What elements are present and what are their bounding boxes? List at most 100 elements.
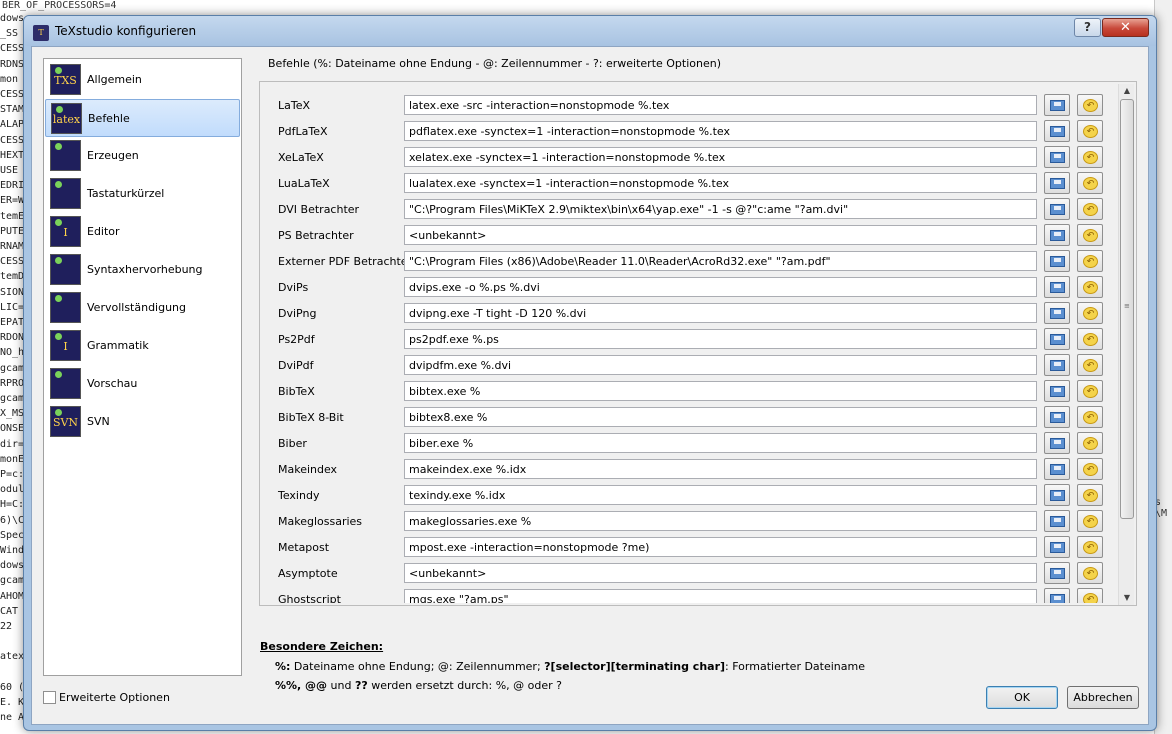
browse-button[interactable] <box>1044 510 1070 532</box>
sidebar-item-grammatik[interactable]: I Grammatik <box>45 327 240 365</box>
scroll-thumb[interactable]: ≡ <box>1120 99 1134 519</box>
browse-button[interactable] <box>1044 380 1070 402</box>
close-button[interactable]: ✕ <box>1102 18 1149 37</box>
reset-button[interactable]: ↶ <box>1077 588 1103 603</box>
undo-icon: ↶ <box>1083 359 1098 372</box>
command-input[interactable]: makeglossaries.exe % <box>404 511 1037 531</box>
command-input[interactable]: dvips.exe -o %.ps %.dvi <box>404 277 1037 297</box>
browse-button[interactable] <box>1044 562 1070 584</box>
browse-button[interactable] <box>1044 328 1070 350</box>
scroll-down-arrow-icon[interactable]: ▼ <box>1119 591 1135 605</box>
save-icon <box>1050 308 1065 319</box>
title-bar[interactable]: T TeXstudio konfigurieren ? ✕ <box>24 16 1156 46</box>
sidebar-item-syntaxhervorhebung[interactable]: Syntaxhervorhebung <box>45 251 240 289</box>
browse-button[interactable] <box>1044 406 1070 428</box>
reset-button[interactable]: ↶ <box>1077 146 1103 168</box>
sidebar-item-allgemein[interactable]: TXS Allgemein <box>45 61 240 99</box>
category-icon <box>50 254 81 285</box>
sidebar-item-editor[interactable]: I Editor <box>45 213 240 251</box>
background-line: CESS <box>0 43 24 55</box>
command-input[interactable]: texindy.exe %.idx <box>404 485 1037 505</box>
browse-button[interactable] <box>1044 276 1070 298</box>
reset-button[interactable]: ↶ <box>1077 380 1103 402</box>
command-input[interactable]: makeindex.exe %.idx <box>404 459 1037 479</box>
browse-button[interactable] <box>1044 354 1070 376</box>
command-input[interactable]: lualatex.exe -synctex=1 -interaction=non… <box>404 173 1037 193</box>
reset-button[interactable]: ↶ <box>1077 250 1103 272</box>
command-row: DVI Betrachter "C:\Program Files\MiKTeX 2… <box>264 198 1114 225</box>
scroll-up-arrow-icon[interactable]: ▲ <box>1119 84 1135 98</box>
command-row: LuaLaTeX lualatex.exe -synctex=1 -interac… <box>264 172 1114 199</box>
reset-button[interactable]: ↶ <box>1077 94 1103 116</box>
reset-button[interactable]: ↶ <box>1077 432 1103 454</box>
command-input[interactable]: <unbekannt> <box>404 563 1037 583</box>
reset-button[interactable]: ↶ <box>1077 120 1103 142</box>
sidebar-item-vervollständigung[interactable]: Vervollständigung <box>45 289 240 327</box>
sidebar-item-erzeugen[interactable]: Erzeugen <box>45 137 240 175</box>
command-input[interactable]: <unbekannt> <box>404 225 1037 245</box>
reset-button[interactable]: ↶ <box>1077 302 1103 324</box>
browse-button[interactable] <box>1044 250 1070 272</box>
reset-button[interactable]: ↶ <box>1077 224 1103 246</box>
browse-button[interactable] <box>1044 94 1070 116</box>
command-input[interactable]: xelatex.exe -synctex=1 -interaction=nons… <box>404 147 1037 167</box>
browse-button[interactable] <box>1044 536 1070 558</box>
reset-button[interactable]: ↶ <box>1077 328 1103 350</box>
reset-button[interactable]: ↶ <box>1077 198 1103 220</box>
sidebar-item-svn[interactable]: SVN SVN <box>45 403 240 441</box>
cancel-button[interactable]: Abbrechen <box>1067 686 1139 709</box>
reset-button[interactable]: ↶ <box>1077 406 1103 428</box>
command-row: Makeglossaries makeglossaries.exe % ↶ <box>264 510 1114 537</box>
command-input[interactable]: "C:\Program Files (x86)\Adobe\Reader 11.… <box>404 251 1037 271</box>
command-input[interactable]: biber.exe % <box>404 433 1037 453</box>
reset-button[interactable]: ↶ <box>1077 354 1103 376</box>
browse-button[interactable] <box>1044 146 1070 168</box>
undo-icon: ↶ <box>1083 593 1098 603</box>
background-line: gcam <box>0 362 24 374</box>
browse-button[interactable] <box>1044 172 1070 194</box>
checkbox-box[interactable] <box>43 691 56 704</box>
reset-button[interactable]: ↶ <box>1077 172 1103 194</box>
command-input[interactable]: bibtex8.exe % <box>404 407 1037 427</box>
reset-button[interactable]: ↶ <box>1077 562 1103 584</box>
background-line: CESS <box>0 134 24 146</box>
command-input[interactable]: latex.exe -src -interaction=nonstopmode … <box>404 95 1037 115</box>
reset-button[interactable]: ↶ <box>1077 484 1103 506</box>
sidebar-item-befehle[interactable]: latex Befehle <box>45 99 240 137</box>
save-icon <box>1050 178 1065 189</box>
reset-button[interactable]: ↶ <box>1077 536 1103 558</box>
vertical-scrollbar[interactable]: ▲ ≡ ▼ <box>1118 84 1134 605</box>
command-input[interactable]: dvipdfm.exe %.dvi <box>404 355 1037 375</box>
browse-button[interactable] <box>1044 224 1070 246</box>
undo-icon: ↶ <box>1083 515 1098 528</box>
help-button[interactable]: ? <box>1074 18 1101 37</box>
browse-button[interactable] <box>1044 302 1070 324</box>
command-input[interactable]: dvipng.exe -T tight -D 120 %.dvi <box>404 303 1037 323</box>
lamp-icon <box>55 67 62 74</box>
command-label: Externer PDF Betrachter <box>278 255 413 268</box>
special-token: ?[selector][terminating char] <box>544 660 726 673</box>
reset-button[interactable]: ↶ <box>1077 510 1103 532</box>
ok-button[interactable]: OK <box>986 686 1058 709</box>
background-line <box>0 635 24 648</box>
browse-button[interactable] <box>1044 484 1070 506</box>
category-icon <box>50 368 81 399</box>
save-icon <box>1050 152 1065 163</box>
reset-button[interactable]: ↶ <box>1077 276 1103 298</box>
background-line: X_MS <box>0 408 24 420</box>
browse-button[interactable] <box>1044 120 1070 142</box>
sidebar-item-tastaturkürzel[interactable]: Tastaturkürzel <box>45 175 240 213</box>
browse-button[interactable] <box>1044 432 1070 454</box>
command-row: DviPdf dvipdfm.exe %.dvi ↶ <box>264 354 1114 381</box>
command-input[interactable]: "C:\Program Files\MiKTeX 2.9\miktex\bin\… <box>404 199 1037 219</box>
reset-button[interactable]: ↶ <box>1077 458 1103 480</box>
browse-button[interactable] <box>1044 588 1070 603</box>
browse-button[interactable] <box>1044 198 1070 220</box>
command-input[interactable]: pdflatex.exe -synctex=1 -interaction=non… <box>404 121 1037 141</box>
command-input[interactable]: bibtex.exe % <box>404 381 1037 401</box>
command-input[interactable]: mgs.exe "?am.ps" <box>404 589 1037 603</box>
browse-button[interactable] <box>1044 458 1070 480</box>
sidebar-item-vorschau[interactable]: Vorschau <box>45 365 240 403</box>
command-input[interactable]: mpost.exe -interaction=nonstopmode ?me) <box>404 537 1037 557</box>
command-input[interactable]: ps2pdf.exe %.ps <box>404 329 1037 349</box>
